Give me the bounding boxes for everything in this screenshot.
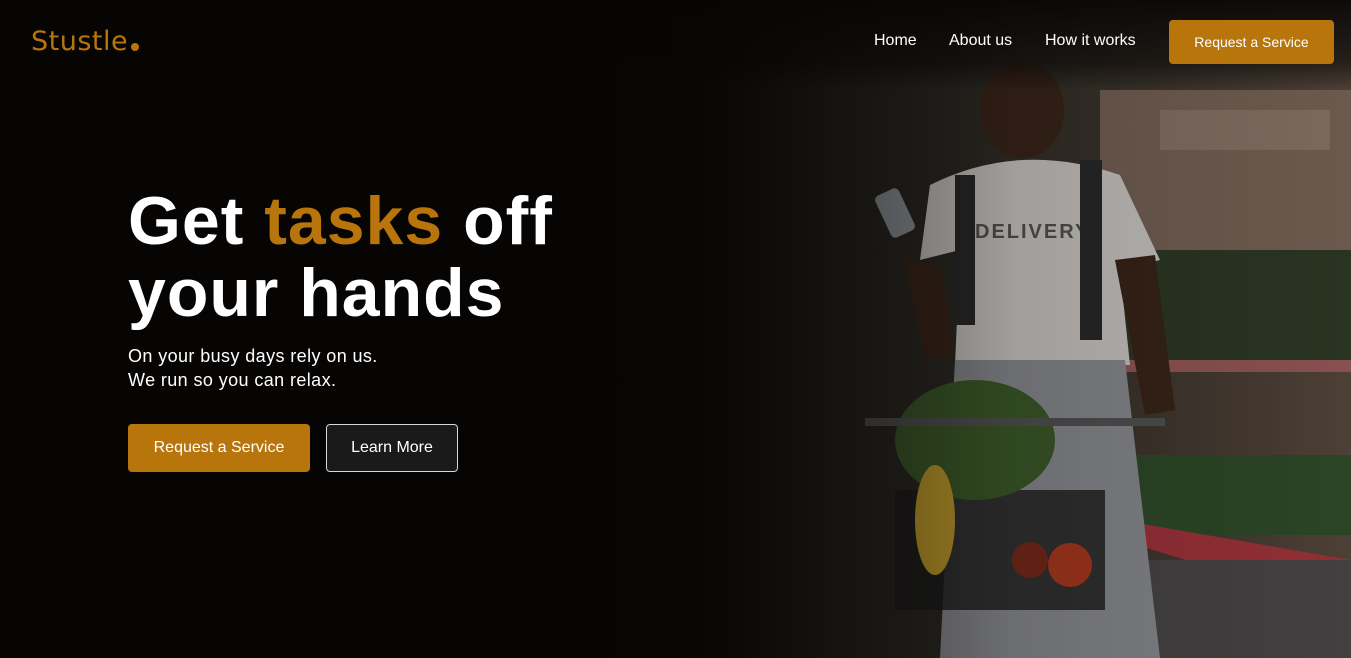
headline-part1: Get <box>128 183 265 259</box>
subtitle-line1: On your busy days rely on us. <box>128 346 378 366</box>
header-overlay <box>0 0 1351 90</box>
learn-more-button[interactable]: Learn More <box>326 424 458 472</box>
request-service-button[interactable]: Request a Service <box>128 424 310 472</box>
nav-request-service-button[interactable]: Request a Service <box>1169 20 1334 64</box>
headline-accent: tasks <box>264 183 444 259</box>
logo-dot-icon <box>131 43 139 51</box>
brand-logo[interactable]: Stustle <box>31 26 128 57</box>
nav-home-link[interactable]: Home <box>874 32 917 50</box>
hero-subtitle: On your busy days rely on us. We run so … <box>128 344 378 392</box>
nav-about-link[interactable]: About us <box>949 32 1012 50</box>
hero-headline: Get tasks off your hands <box>128 185 553 329</box>
nav-how-it-works-link[interactable]: How it works <box>1045 32 1136 50</box>
hero-section: DELIVERY Stustle Home About us How it wo… <box>0 0 1351 658</box>
subtitle-line2: We run so you can relax. <box>128 370 337 390</box>
headline-part2: off <box>443 183 553 259</box>
headline-line2: your hands <box>128 255 505 331</box>
